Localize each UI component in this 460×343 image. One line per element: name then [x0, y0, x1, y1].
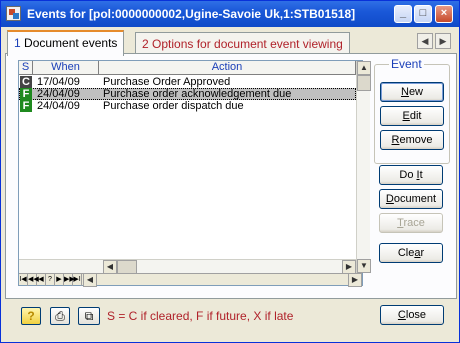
help-icon[interactable]: ?: [21, 307, 41, 325]
table-row[interactable]: F 24/04/09 Purchase order acknowledgemen…: [19, 88, 356, 100]
scroll-left-icon[interactable]: ◀: [103, 260, 117, 274]
when-cell: 24/04/09: [37, 88, 80, 100]
remove-button[interactable]: Remove: [380, 130, 444, 150]
app-icon: [6, 6, 21, 21]
event-group-title: Event: [389, 57, 424, 71]
action-cell: Purchase order acknowledgement due: [103, 88, 292, 100]
edit-button[interactable]: Edit: [380, 106, 444, 126]
button-label: Cle: [397, 247, 415, 259]
tab-scroll-right-icon[interactable]: ▶: [435, 33, 451, 49]
clear-button[interactable]: Clear: [379, 243, 443, 263]
trace-button[interactable]: Trace: [379, 213, 443, 233]
nav-scroll-right-icon[interactable]: ▶: [348, 273, 362, 287]
tab-label: Document events: [24, 36, 118, 50]
accel-letter: C: [397, 309, 406, 321]
status-cell: F: [20, 88, 32, 100]
last-icon[interactable]: ▶I: [73, 274, 82, 286]
accel-letter: N: [400, 86, 409, 98]
scroll-down-icon[interactable]: ▼: [357, 259, 371, 273]
tab-document-events[interactable]: 1 Document events: [7, 30, 125, 56]
hscroll-thumb[interactable]: [117, 260, 137, 274]
column-header-action[interactable]: Action: [99, 61, 356, 75]
title-bar[interactable]: Events for [pol:0000000002,Ugine-Savoie …: [1, 1, 459, 27]
when-cell: 24/04/09: [37, 100, 80, 112]
tab-bar: 1 Document events 2 Options for document…: [5, 30, 457, 56]
minimize-icon[interactable]: _: [394, 5, 412, 23]
tab-scroll-left-icon[interactable]: ◀: [417, 33, 433, 49]
close-button[interactable]: Close: [380, 305, 444, 325]
compare-view-icon[interactable]: ⧉: [78, 307, 100, 325]
tab-number: 2: [142, 37, 149, 51]
next-page-icon[interactable]: ▶▶: [64, 274, 75, 286]
prev-icon[interactable]: ◀: [37, 274, 46, 286]
tab-label: Options for document event viewing: [152, 37, 343, 51]
window-title: Events for [pol:0000000002,Ugine-Savoie …: [27, 7, 356, 21]
accel-letter: E: [402, 110, 410, 122]
document-events-panel: S When Action C 17/04/09 Purchase Order …: [5, 53, 457, 299]
do-it-button[interactable]: Do It: [379, 165, 443, 185]
table-row[interactable]: C 17/04/09 Purchase Order Approved: [19, 76, 356, 88]
button-label: ew: [408, 86, 423, 98]
nav-scroll-left-icon[interactable]: ◀: [83, 273, 97, 287]
button-label: race: [403, 217, 425, 229]
button-label: lose: [405, 309, 427, 321]
button-label: t: [419, 169, 423, 181]
close-icon[interactable]: ×: [435, 5, 453, 23]
table-row[interactable]: F 24/04/09 Purchase order dispatch due: [19, 100, 356, 112]
scroll-right-icon[interactable]: ▶: [342, 260, 356, 274]
column-header-status[interactable]: S: [19, 61, 33, 75]
horizontal-scrollbar[interactable]: ◀ ▶: [19, 259, 356, 274]
button-label: r: [420, 247, 425, 259]
vertical-scrollbar[interactable]: ▲ ▼: [356, 61, 371, 273]
action-cell: Purchase Order Approved: [103, 76, 231, 88]
action-cell: Purchase order dispatch due: [103, 100, 244, 112]
scroll-thumb[interactable]: [357, 75, 371, 91]
when-cell: 17/04/09: [37, 76, 80, 88]
new-button[interactable]: New: [380, 82, 444, 102]
document-button[interactable]: Document: [379, 189, 443, 209]
first-icon[interactable]: I◀: [19, 274, 28, 286]
next-icon[interactable]: ▶: [55, 274, 64, 286]
tab-number: 1: [14, 36, 21, 50]
grid-header: S When Action: [19, 61, 356, 75]
accel-letter: D: [385, 193, 394, 205]
events-window: Events for [pol:0000000002,Ugine-Savoie …: [0, 0, 460, 343]
maximize-icon[interactable]: □: [414, 5, 432, 23]
scroll-up-icon[interactable]: ▲: [357, 61, 371, 75]
column-header-when[interactable]: When: [33, 61, 99, 75]
button-label: emove: [399, 134, 433, 146]
events-grid[interactable]: S When Action C 17/04/09 Purchase Order …: [18, 60, 371, 287]
event-group: Event New Edit Remove: [374, 57, 450, 164]
help-nav-icon[interactable]: ?: [46, 274, 55, 286]
record-navigator: I◀ ◀◀ ◀ ? ▶ ▶▶ ▶I ◀ ▶: [19, 273, 362, 287]
button-label: Do: [399, 169, 417, 181]
prev-page-icon[interactable]: ◀◀: [28, 274, 39, 286]
status-cell: F: [20, 100, 32, 112]
status-legend: S = C if cleared, F if future, X if late: [107, 309, 294, 323]
print-icon[interactable]: ⎙: [50, 307, 70, 325]
tab-options[interactable]: 2 Options for document event viewing: [135, 32, 350, 54]
status-cell: C: [20, 76, 32, 88]
button-label: dit: [409, 110, 422, 122]
button-label: ocument: [393, 193, 437, 205]
